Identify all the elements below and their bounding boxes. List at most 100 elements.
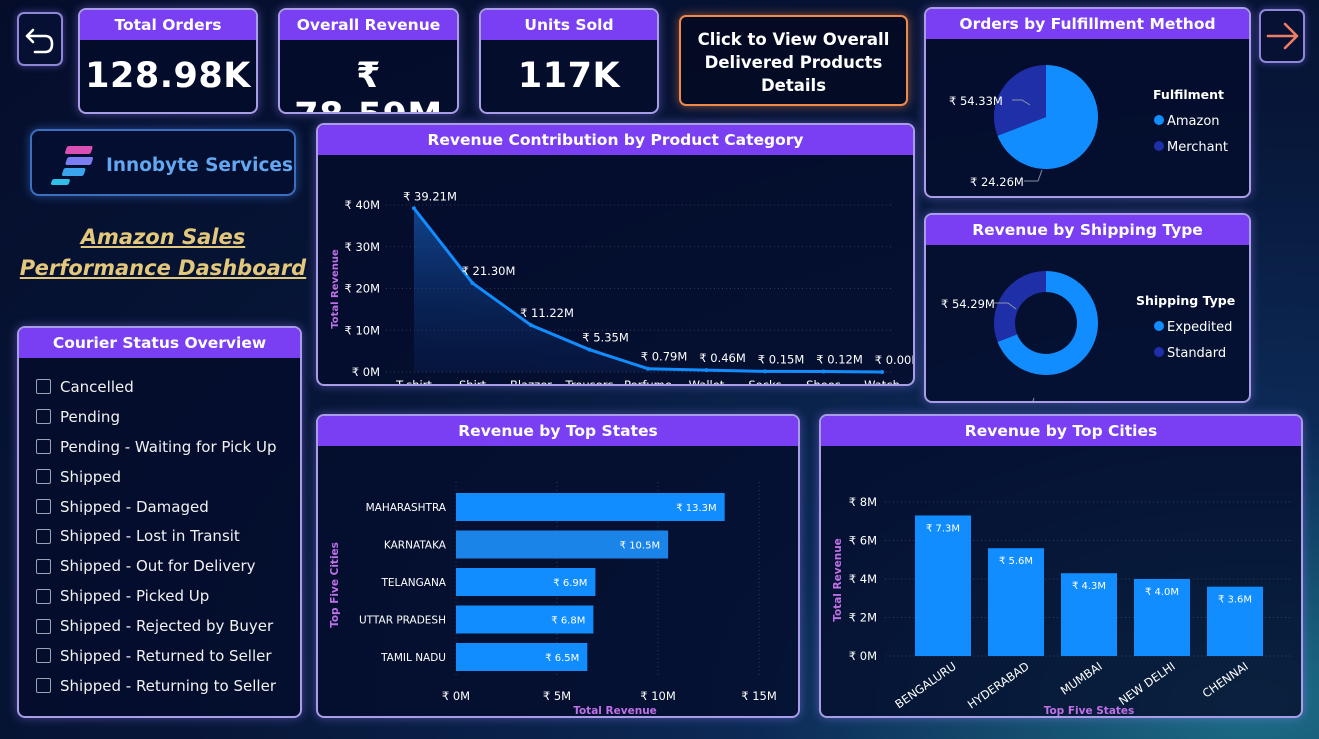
courier-status-option[interactable]: Shipped - Lost in Transit: [36, 521, 300, 551]
courier-status-option[interactable]: Shipped - Returning to Seller: [36, 671, 300, 701]
forward-arrow-icon: [1266, 22, 1299, 50]
checkbox[interactable]: [36, 588, 51, 604]
data-point: [587, 347, 592, 352]
back-button[interactable]: [17, 12, 63, 66]
checkbox[interactable]: [36, 499, 51, 514]
checkbox[interactable]: [36, 439, 51, 455]
courier-status-label: Shipped - Returning to Seller: [60, 676, 276, 695]
y-tick-label: ₹ 30M: [344, 240, 380, 254]
kpi-value: 128.98K: [85, 56, 251, 96]
dashboard-title-line2: Performance Dashboard: [19, 256, 307, 280]
forward-button[interactable]: [1259, 9, 1305, 63]
data-label: ₹ 5.35M: [582, 331, 629, 345]
courier-status-option[interactable]: Shipped - Rejected by Buyer: [36, 611, 300, 641]
checkbox[interactable]: [36, 528, 51, 544]
data-label: ₹ 4.3M: [1072, 581, 1106, 592]
checkbox[interactable]: [36, 379, 51, 395]
data-label: ₹ 0.00M: [875, 353, 913, 367]
kpi-value: 117K: [517, 56, 621, 96]
view-delivered-details-button[interactable]: Click to View Overall Delivered Products…: [679, 15, 908, 106]
checkbox[interactable]: [36, 648, 51, 664]
x-tick-label: Blazzer: [510, 378, 552, 384]
kpi-total-orders: Total Orders 128.98K: [78, 8, 258, 114]
data-label: ₹ 7.3M: [926, 523, 960, 534]
x-tick-label: Perfume: [624, 378, 672, 384]
checkbox[interactable]: [36, 469, 51, 485]
slice-label: ₹ 54.29M: [941, 297, 995, 311]
checkbox[interactable]: [36, 678, 51, 694]
legend-marker: [1154, 141, 1164, 151]
courier-status-option[interactable]: Shipped - Damaged: [36, 492, 300, 522]
logo: Innobyte Services: [51, 146, 293, 185]
y-tick-label: ₹ 6M: [849, 534, 877, 548]
y-tick-label: UTTAR PRADESH: [359, 615, 446, 627]
y-tick-label: ₹ 8M: [849, 495, 877, 509]
kpi-overall-revenue: Overall Revenue ₹ 78.59M: [278, 8, 459, 114]
checkbox[interactable]: [36, 409, 51, 425]
y-tick-label: ₹ 4M: [849, 572, 877, 586]
checkbox[interactable]: [36, 558, 51, 574]
x-tick-label: ₹ 15M: [741, 689, 777, 703]
y-tick-label: MAHARASHTRA: [366, 502, 447, 514]
courier-status-label: Cancelled: [60, 377, 134, 396]
data-label: ₹ 6.9M: [553, 578, 587, 589]
y-tick-label: TELANGANA: [380, 577, 446, 589]
courier-status-list: Cancelled Pending Pending - Waiting for Pi…: [19, 358, 300, 701]
courier-status-option[interactable]: Shipped - Returned to Seller: [36, 641, 300, 671]
fulfillment-chart-card: Orders by Fulfillment Method ₹ 54.33M ₹ 2…: [924, 7, 1251, 198]
legend-label: Merchant: [1167, 140, 1228, 155]
x-tick-label: NEW DELHI: [1116, 659, 1178, 708]
slice-label: ₹ 24.26M: [970, 175, 1024, 189]
slicer-title: Courier Status Overview: [19, 328, 300, 358]
data-label: ₹ 5.6M: [999, 556, 1033, 567]
checkbox[interactable]: [36, 618, 51, 634]
data-point: [880, 370, 884, 374]
company-logo-card: Innobyte Services: [30, 129, 296, 196]
x-tick-label: ₹ 10M: [640, 689, 676, 703]
data-point: [529, 323, 533, 328]
y-tick-label: ₹ 40M: [344, 198, 380, 212]
cities-chart-card: Revenue by Top Cities ₹ 0M ₹ 2M ₹ 4M ₹ 6M ₹ …: [819, 414, 1303, 718]
shipping-chart-card: Revenue by Shipping Type ₹ 54.29M₹ 24.30…: [924, 213, 1251, 403]
data-label: ₹ 4.0M: [1145, 587, 1179, 598]
chart-title: Revenue Contribution by Product Category: [318, 125, 913, 155]
courier-status-label: Pending - Waiting for Pick Up: [60, 437, 277, 456]
courier-status-label: Shipped - Lost in Transit: [60, 527, 240, 546]
y-tick-label: ₹ 0M: [352, 365, 380, 379]
data-label: ₹ 3.6M: [1218, 595, 1252, 606]
dashboard-title: Amazon Sales Performance Dashboard: [18, 222, 308, 284]
pie-slice: [994, 271, 1046, 342]
x-axis-title: Top Five States: [1044, 705, 1135, 716]
x-tick-label: BENGALURU: [892, 659, 958, 711]
courier-status-option[interactable]: Shipped: [36, 462, 300, 492]
courier-status-option[interactable]: Shipped - Picked Up: [36, 581, 300, 611]
data-point: [821, 369, 826, 374]
data-label: ₹ 21.30M: [462, 264, 516, 278]
courier-status-option[interactable]: Pending: [36, 402, 300, 432]
dashboard-title-line1: Amazon Sales: [80, 225, 246, 249]
data-label: ₹ 13.3M: [676, 503, 716, 514]
courier-status-option[interactable]: Pending - Waiting for Pick Up: [36, 432, 300, 462]
x-tick-label: Watch: [864, 378, 900, 384]
courier-status-slicer: Courier Status Overview Cancelled Pending…: [17, 326, 302, 718]
y-axis-title: Top Five Cities: [329, 542, 341, 628]
kpi-title: Overall Revenue: [280, 10, 457, 40]
logo-text: Innobyte Services: [106, 155, 293, 176]
y-tick-label: ₹ 2M: [849, 611, 877, 625]
legend-marker: [1154, 115, 1164, 125]
courier-status-option[interactable]: Cancelled: [36, 372, 300, 402]
data-label: ₹ 0.15M: [758, 352, 805, 366]
data-label: ₹ 0.46M: [699, 351, 746, 365]
chart-title: Revenue by Shipping Type: [926, 215, 1249, 245]
legend-label: Amazon: [1167, 114, 1220, 129]
category-revenue-chart: ₹ 0M ₹ 10M ₹ 20M ₹ 30M ₹ 40M ₹ 39.21M T-shirt ₹…: [330, 189, 913, 384]
y-tick-label: ₹ 10M: [344, 323, 380, 337]
x-tick-label: HYDERABAD: [965, 659, 1032, 712]
x-tick-label: Trousers: [565, 378, 614, 384]
chart-title: Revenue by Top Cities: [821, 416, 1301, 446]
courier-status-label: Shipped - Damaged: [60, 497, 209, 516]
data-label: ₹ 0.79M: [641, 350, 688, 364]
courier-status-option[interactable]: Shipped - Out for Delivery: [36, 551, 300, 581]
leader-line: [1032, 397, 1035, 401]
legend-marker: [1154, 321, 1164, 331]
